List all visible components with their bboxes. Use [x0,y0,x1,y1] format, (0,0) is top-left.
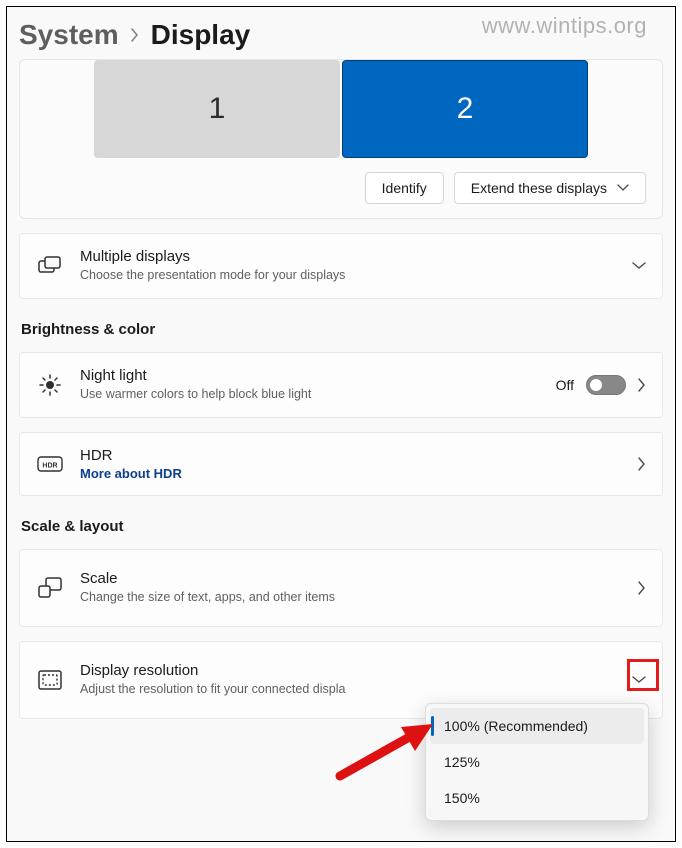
breadcrumb-current: Display [151,19,251,51]
scale-title: Scale [80,570,430,587]
resolution-title: Display resolution [80,662,470,679]
multiple-displays-row[interactable]: Multiple displays Choose the presentatio… [19,233,663,299]
night-light-toggle[interactable] [586,375,626,395]
chevron-right-icon [638,378,646,392]
annotation-arrow-icon [335,721,435,781]
multiple-displays-title: Multiple displays [80,248,616,265]
watermark-text: www.wintips.org [482,13,647,39]
display-tile-2[interactable]: 2 [342,60,588,158]
night-light-sub: Use warmer colors to help block blue lig… [80,386,540,403]
display-tile-1[interactable]: 1 [94,60,340,158]
chevron-down-icon [617,184,629,192]
scale-sub: Change the size of text, apps, and other… [80,589,350,606]
resolution-icon [36,670,64,690]
hdr-more-link[interactable]: More about HDR [80,466,622,481]
scale-option-150[interactable]: 150% [430,780,644,816]
night-light-icon [36,374,64,396]
chevron-down-icon [632,262,646,270]
multiple-displays-icon [36,256,64,276]
hdr-title: HDR [80,447,622,464]
scale-option-100[interactable]: 100% (Recommended) [430,708,644,744]
resolution-sub: Adjust the resolution to fit your connec… [80,681,420,698]
svg-text:HDR: HDR [42,462,57,469]
annotation-red-box [627,659,659,691]
identify-button[interactable]: Identify [365,172,444,204]
identify-label: Identify [382,180,427,196]
scale-icon [36,577,64,599]
scale-dropdown: 100% (Recommended) 125% 150% [425,703,649,821]
display-mode-dropdown[interactable]: Extend these displays [454,172,646,204]
night-light-title: Night light [80,367,540,384]
display-mode-label: Extend these displays [471,180,607,196]
chevron-right-icon [129,28,141,42]
hdr-icon: HDR [36,456,64,472]
chevron-right-icon [638,581,646,595]
chevron-right-icon [638,457,646,471]
multiple-displays-sub: Choose the presentation mode for your di… [80,267,616,284]
scale-option-125[interactable]: 125% [430,744,644,780]
breadcrumb-parent[interactable]: System [19,19,119,51]
scale-layout-heading: Scale & layout [21,518,663,535]
hdr-row[interactable]: HDR HDR More about HDR [19,432,663,496]
display-arrangement-panel: 1 2 Identify Extend these displays [19,59,663,219]
brightness-color-heading: Brightness & color [21,321,663,338]
scale-row[interactable]: Scale Change the size of text, apps, and… [19,549,663,627]
night-light-state: Off [556,377,574,393]
night-light-row[interactable]: Night light Use warmer colors to help bl… [19,352,663,418]
